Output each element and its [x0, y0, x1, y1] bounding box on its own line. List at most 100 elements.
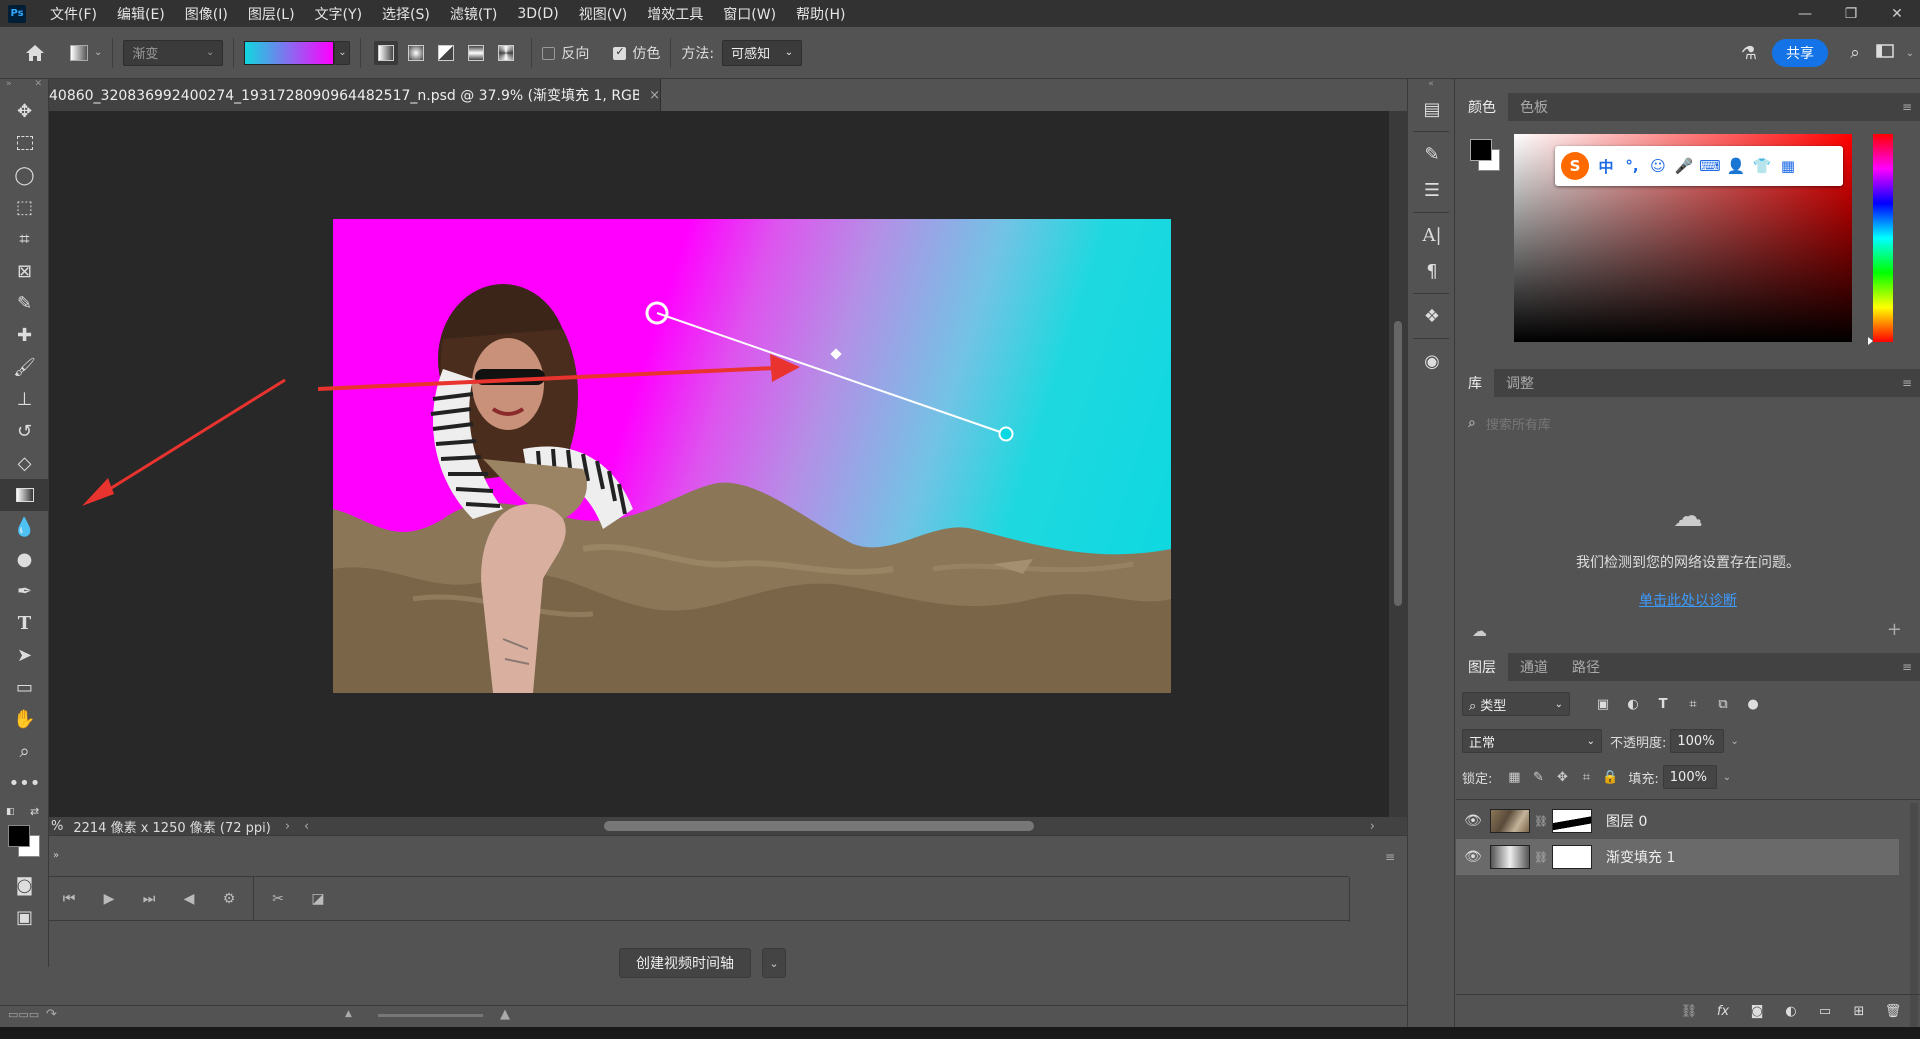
sogou-logo-icon[interactable]: S	[1561, 152, 1589, 180]
separator	[1349, 877, 1350, 922]
layer-mask-thumbnail[interactable]	[1552, 809, 1592, 833]
history-panel-icon[interactable]: ▤	[1408, 91, 1456, 127]
adjustment-filter-icon[interactable]: ◐	[1618, 697, 1648, 712]
zoom-in-icon[interactable]: ▲	[500, 1007, 510, 1022]
layer-name[interactable]: 渐变填充 1	[1606, 847, 1675, 867]
lock-artboard-icon[interactable]: ⌗	[1574, 770, 1598, 785]
tab-libraries[interactable]: 库	[1456, 369, 1494, 397]
microphone-icon[interactable]: 🎤	[1671, 157, 1697, 175]
audio-icon[interactable]: ◀	[169, 891, 209, 907]
timeline-collapse-icon[interactable]: »	[53, 850, 59, 861]
brush-settings-icon[interactable]: ✎	[1408, 136, 1456, 172]
adjustment-layer-icon[interactable]: ◐	[1774, 1004, 1808, 1019]
type-filter-icon[interactable]: T	[1648, 697, 1678, 712]
new-layer-icon[interactable]: ⊞	[1842, 1004, 1876, 1019]
properties-icon[interactable]: ☰	[1408, 172, 1456, 208]
panel-menu-icon[interactable]: ≡	[1385, 850, 1395, 864]
panel-menu-icon[interactable]: ≡	[1902, 100, 1912, 114]
filter-kind-dropdown[interactable]: ⌕ 类型 ⌄	[1462, 692, 1570, 716]
chevron-right-icon[interactable]: ›	[285, 819, 290, 834]
diagnose-link[interactable]: 单击此处以诊断	[1456, 590, 1920, 610]
lock-position-icon[interactable]: ✥	[1550, 770, 1574, 785]
chevron-down-icon[interactable]: ⌄	[762, 948, 786, 978]
link-layers-icon[interactable]: ⛓	[1672, 1004, 1706, 1019]
libraries-panel-icon[interactable]: ◉	[1408, 343, 1456, 379]
layer-row-gradient-fill[interactable]: 👁 ⛓ 渐变填充 1	[1456, 839, 1899, 875]
add-icon[interactable]: +	[1887, 619, 1902, 640]
chevron-left-icon[interactable]: ‹	[304, 819, 309, 834]
hue-slider[interactable]	[1873, 134, 1893, 342]
create-video-timeline-button[interactable]: 创建视频时间轴	[619, 948, 751, 978]
horizontal-scrollbar-thumb[interactable]	[604, 821, 1034, 831]
zoom-out-icon[interactable]: ▲	[345, 1009, 352, 1019]
new-group-icon[interactable]: ▭	[1808, 1004, 1842, 1019]
chinese-mode-icon[interactable]: 中	[1593, 156, 1619, 177]
tab-paths[interactable]: 路径	[1560, 653, 1612, 681]
layer-row-layer0[interactable]: 👁 ⛓ 图层 0	[1456, 803, 1899, 839]
tab-channels[interactable]: 通道	[1508, 653, 1560, 681]
panel-menu-icon[interactable]: ≡	[1902, 376, 1912, 390]
hue-slider-handle[interactable]	[1868, 337, 1873, 345]
glyphs-panel-icon[interactable]: ❖	[1408, 298, 1456, 334]
collapse-icon[interactable]: «	[1408, 79, 1454, 91]
layer-thumbnail	[1490, 845, 1530, 869]
foreground-color-swatch[interactable]	[1470, 139, 1492, 161]
separator	[1413, 131, 1449, 132]
fx-icon[interactable]: fx	[1706, 1004, 1740, 1019]
shape-filter-icon[interactable]: ⌗	[1678, 697, 1708, 712]
layer-mask-thumbnail[interactable]	[1552, 845, 1592, 869]
tab-color[interactable]: 颜色	[1456, 93, 1508, 121]
tab-swatches[interactable]: 色板	[1508, 93, 1560, 121]
cloud-sync-icon[interactable]: ☁	[1472, 622, 1487, 640]
gradient-midpoint-handle[interactable]	[830, 348, 842, 360]
scissors-icon[interactable]: ✂	[258, 891, 298, 907]
zoom-slider[interactable]	[378, 1014, 483, 1017]
pixel-filter-icon[interactable]: ▣	[1588, 697, 1618, 712]
trash-icon[interactable]: 🗑	[1876, 1004, 1910, 1019]
blend-opacity-row: 正常 ⌄ 不透明度: 100% ⌄	[1462, 729, 1739, 753]
play-icon[interactable]: ▶	[89, 891, 129, 907]
opacity-input[interactable]: 100%	[1670, 729, 1725, 753]
user-icon[interactable]: 👤	[1723, 157, 1749, 175]
gradient-end-handle[interactable]	[998, 426, 1014, 442]
first-frame-icon[interactable]: ⏮	[49, 891, 89, 907]
eye-icon[interactable]: 👁	[1456, 813, 1490, 829]
eye-icon[interactable]: 👁	[1456, 849, 1490, 865]
settings-icon[interactable]: ⚙	[209, 891, 249, 907]
filter-toggle-icon[interactable]: ●	[1738, 697, 1768, 712]
smart-object-filter-icon[interactable]: ⧉	[1708, 697, 1738, 712]
blend-mode-dropdown[interactable]: 正常 ⌄	[1462, 729, 1602, 753]
chevron-right-icon[interactable]: ›	[1370, 819, 1375, 834]
panel-icon-strip: « ▤ ✎ ☰ A| ¶ ❖ ◉	[1407, 79, 1455, 1027]
character-panel-icon[interactable]: A|	[1408, 217, 1456, 253]
lock-fill-row: 锁定: ▦ ✎ ✥ ⌗ 🔒 填充: 100% ⌄	[1462, 765, 1731, 789]
next-frame-icon[interactable]: ⏭	[129, 891, 169, 907]
separator	[1456, 799, 1920, 800]
library-search-input[interactable]: 搜索所有库	[1486, 414, 1551, 433]
lock-transparent-icon[interactable]: ▦	[1502, 770, 1526, 785]
tab-layers[interactable]: 图层	[1456, 653, 1508, 681]
chevron-down-icon[interactable]: ⌄	[1723, 772, 1731, 783]
cloud-disconnected-icon: ☁	[1673, 499, 1703, 534]
transition-icon[interactable]: ◪	[298, 891, 338, 907]
chevron-down-icon[interactable]: ⌄	[1730, 736, 1738, 747]
apps-grid-icon[interactable]: ▦	[1775, 157, 1801, 175]
link-icon[interactable]: ⛓	[1534, 851, 1548, 864]
library-search[interactable]: ⌕ 搜索所有库	[1468, 409, 1908, 437]
skin-icon[interactable]: 👕	[1749, 157, 1775, 175]
panel-menu-icon[interactable]: ≡	[1902, 660, 1912, 674]
link-icon[interactable]: ⛓	[1534, 815, 1548, 828]
lock-all-icon[interactable]: 🔒	[1598, 770, 1622, 785]
add-mask-icon[interactable]: ◙	[1740, 1004, 1774, 1019]
tab-adjustments[interactable]: 调整	[1494, 369, 1546, 397]
punctuation-icon[interactable]: °,	[1619, 157, 1645, 175]
paragraph-panel-icon[interactable]: ¶	[1408, 253, 1456, 289]
emoji-icon[interactable]: ☺	[1645, 157, 1671, 175]
frame-mode-icon[interactable]: ▭▭▭	[8, 1008, 39, 1021]
fill-input[interactable]: 100%	[1662, 765, 1717, 789]
render-icon[interactable]: ↷	[46, 1007, 57, 1022]
zoom-percent[interactable]: %	[51, 819, 63, 834]
layer-name[interactable]: 图层 0	[1606, 811, 1647, 831]
lock-image-icon[interactable]: ✎	[1526, 770, 1550, 785]
keyboard-icon[interactable]: ⌨	[1697, 157, 1723, 175]
